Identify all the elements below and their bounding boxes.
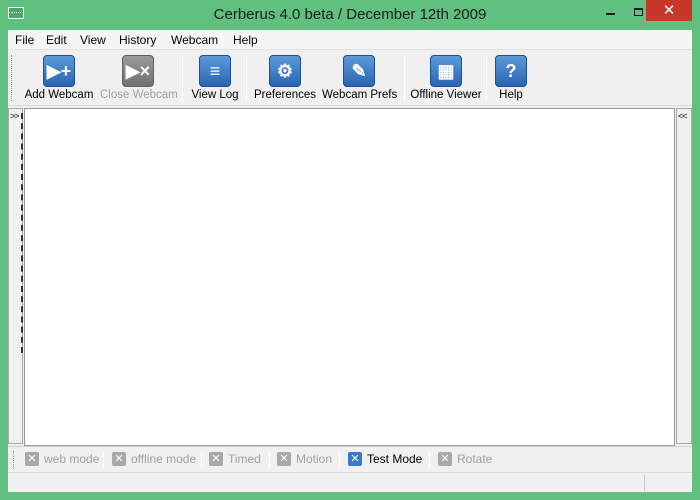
mode-separator xyxy=(269,452,270,468)
rotate-toggle[interactable]: ✕ Rotate xyxy=(438,451,498,469)
film-icon: ▦ xyxy=(430,55,462,87)
checkbox-icon: ✕ xyxy=(112,452,126,466)
checkbox-icon: ✕ xyxy=(277,452,291,466)
webcam-prefs-button[interactable]: ✎ Webcam Prefs xyxy=(322,53,398,103)
menu-help[interactable]: Help xyxy=(233,33,258,47)
mode-separator xyxy=(339,452,340,468)
maximize-icon xyxy=(633,7,643,16)
webcam-view-pane[interactable] xyxy=(24,108,675,446)
checkbox-icon: ✕ xyxy=(209,452,223,466)
motion-label: Motion xyxy=(296,452,333,466)
title-bar[interactable]: Cerberus 4.0 beta / December 12th 2009 ✕ xyxy=(0,0,700,30)
toolbar-separator xyxy=(182,55,183,101)
help-button[interactable]: ? Help xyxy=(492,53,530,103)
preferences-label: Preferences xyxy=(254,89,317,101)
motion-toggle[interactable]: ✕ Motion xyxy=(277,451,337,469)
expand-left-icon: >> xyxy=(10,111,19,121)
close-button[interactable]: ✕ xyxy=(646,0,692,21)
offline-mode-toggle[interactable]: ✕ offline mode xyxy=(112,451,202,469)
gear-icon: ⚙ xyxy=(269,55,301,87)
checkbox-icon: ✕ xyxy=(348,452,362,466)
window-title: Cerberus 4.0 beta / December 12th 2009 xyxy=(213,6,487,23)
add-webcam-button[interactable]: ▶+ Add Webcam xyxy=(22,53,96,103)
mode-toolbar-grip[interactable] xyxy=(13,451,16,469)
toolbar-separator xyxy=(404,55,405,101)
mode-toolbar: ✕ web mode ✕ offline mode ✕ Timed ✕ Moti… xyxy=(8,446,692,472)
test-mode-toggle[interactable]: ✕ Test Mode xyxy=(348,451,428,469)
checkbox-icon: ✕ xyxy=(25,452,39,466)
toolbar: ▶+ Add Webcam ▶× Close Webcam ≡ View Log… xyxy=(8,51,692,106)
close-webcam-icon: ▶× xyxy=(122,55,154,87)
splitter-dashes xyxy=(21,113,23,353)
close-icon: ✕ xyxy=(662,2,676,19)
left-side-panel-toggle[interactable]: >> xyxy=(8,108,23,444)
menu-file[interactable]: File xyxy=(15,33,34,47)
web-mode-toggle[interactable]: ✕ web mode xyxy=(25,451,105,469)
menu-webcam[interactable]: Webcam xyxy=(171,33,218,47)
add-webcam-label: Add Webcam xyxy=(24,89,94,101)
webcam-prefs-label: Webcam Prefs xyxy=(322,89,398,101)
toolbar-grip[interactable] xyxy=(11,55,14,101)
status-bar-divider xyxy=(644,475,645,491)
view-log-button[interactable]: ≡ View Log xyxy=(190,53,240,103)
offline-viewer-button[interactable]: ▦ Offline Viewer xyxy=(410,53,482,103)
help-label: Help xyxy=(499,89,523,101)
menu-bar: File Edit View History Webcam Help xyxy=(8,30,692,50)
menu-edit[interactable]: Edit xyxy=(46,33,67,47)
rotate-label: Rotate xyxy=(457,452,493,466)
right-side-panel-toggle[interactable]: << xyxy=(676,108,692,444)
status-bar xyxy=(8,472,692,492)
document-icon: ≡ xyxy=(199,55,231,87)
offline-viewer-label: Offline Viewer xyxy=(410,89,482,101)
menu-view[interactable]: View xyxy=(80,33,106,47)
offline-mode-label: offline mode xyxy=(131,452,197,466)
timed-toggle[interactable]: ✕ Timed xyxy=(209,451,269,469)
view-log-label: View Log xyxy=(191,89,239,101)
expand-right-icon: << xyxy=(678,111,687,121)
toolbar-separator xyxy=(486,55,487,101)
test-mode-label: Test Mode xyxy=(367,452,423,466)
timed-label: Timed xyxy=(228,452,261,466)
web-mode-label: web mode xyxy=(44,452,100,466)
menu-history[interactable]: History xyxy=(119,33,156,47)
preferences-button[interactable]: ⚙ Preferences xyxy=(254,53,316,103)
close-webcam-label: Close Webcam xyxy=(100,89,178,101)
toolbar-separator xyxy=(246,55,247,101)
checkbox-icon: ✕ xyxy=(438,452,452,466)
wrench-icon: ✎ xyxy=(343,55,375,87)
mode-separator xyxy=(201,452,202,468)
add-webcam-icon: ▶+ xyxy=(43,55,75,87)
app-window: Cerberus 4.0 beta / December 12th 2009 ✕… xyxy=(0,0,700,500)
close-webcam-button[interactable]: ▶× Close Webcam xyxy=(100,53,178,103)
minimize-icon xyxy=(605,12,615,15)
client-area: File Edit View History Webcam Help ▶+ Ad… xyxy=(8,30,692,492)
minimize-button[interactable] xyxy=(596,0,624,21)
mode-separator xyxy=(429,452,430,468)
mode-separator xyxy=(103,452,104,468)
help-icon: ? xyxy=(495,55,527,87)
